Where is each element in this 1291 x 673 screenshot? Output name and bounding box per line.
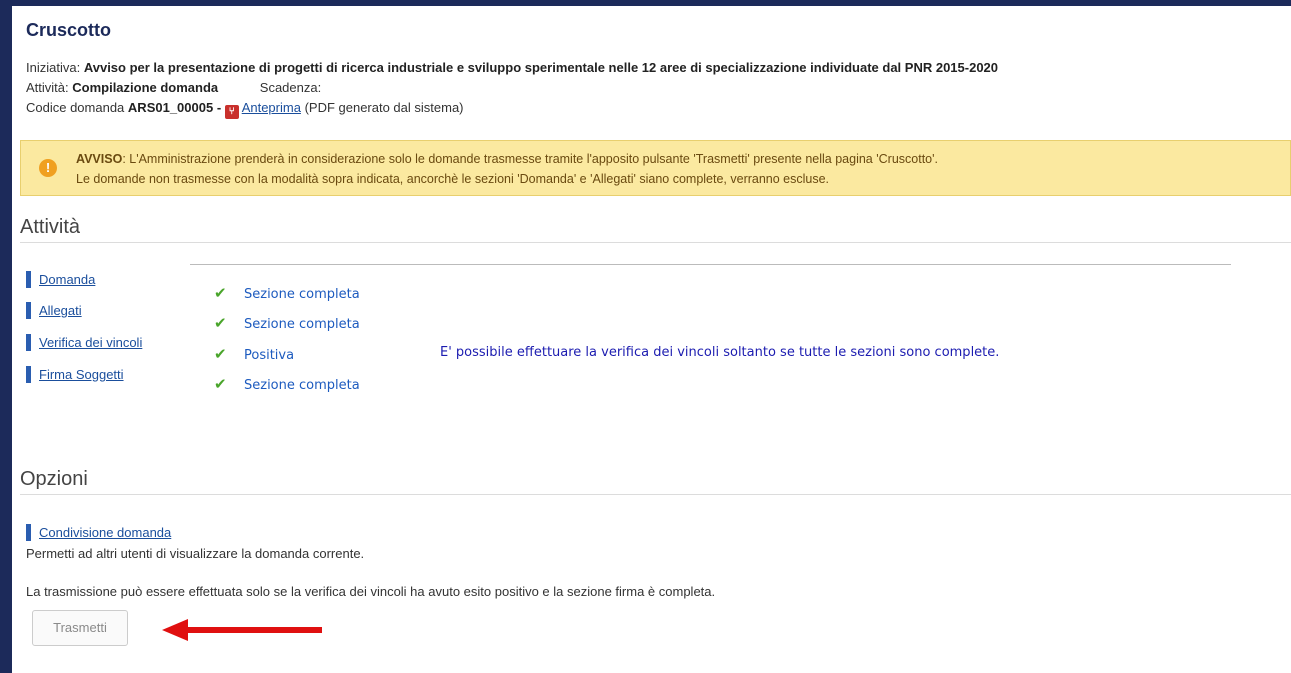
status-divider <box>190 264 1231 265</box>
warning-icon: ! <box>39 159 57 177</box>
attivita-value: Compilazione domanda <box>72 80 219 95</box>
codice-label: Codice domanda <box>26 100 125 115</box>
nav-item-domanda[interactable]: Domanda <box>26 271 95 288</box>
pdf-icon: ⑂ <box>224 105 239 119</box>
status-allegati: ✔ Sezione completa <box>214 314 360 332</box>
iniziativa-label: Iniziativa: <box>26 60 81 75</box>
page-title: Cruscotto <box>26 20 111 40</box>
opzioni-divider <box>20 494 1291 495</box>
check-icon: ✔ <box>214 314 227 332</box>
condivisione-desc: Permetti ad altri utenti di visualizzare… <box>26 546 365 561</box>
scadenza-label: Scadenza: <box>259 80 322 95</box>
nav-item-firma-soggetti[interactable]: Firma Soggetti <box>26 366 124 383</box>
status-firma-soggetti: ✔ Sezione completa <box>214 375 360 393</box>
anteprima-link[interactable]: Anteprima <box>242 100 301 115</box>
trasmissione-note: La trasmissione può essere effettuata so… <box>26 584 716 599</box>
check-icon: ✔ <box>214 375 227 393</box>
trasmetti-button[interactable]: Trasmetti <box>32 610 128 646</box>
notice-line-2: Le domande non trasmesse con la modalità… <box>76 172 830 186</box>
vincoli-message: E' possibile effettuare la verifica dei … <box>440 345 1000 360</box>
status-verifica-vincoli: ✔ Positiva <box>214 345 294 363</box>
status-text: Sezione completa <box>244 317 360 332</box>
anteprima-note: (PDF generato dal sistema) <box>304 100 464 115</box>
nav-item-verifica-vincoli[interactable]: Verifica dei vincoli <box>26 334 142 351</box>
notice-title: AVVISO <box>76 152 123 166</box>
warning-notice: ! AVVISO: L'Amministrazione prenderà in … <box>20 140 1291 196</box>
attivita-line: Attività: Compilazione domanda Scadenza: <box>26 80 321 95</box>
notice-line1-text: : L'Amministrazione prenderà in consider… <box>122 152 938 166</box>
codice-line: Codice domanda ARS01_00005 - ⑂ Anteprima… <box>26 100 464 119</box>
attivita-heading: Attività <box>20 216 81 238</box>
codice-value: ARS01_00005 - <box>127 100 222 115</box>
check-icon: ✔ <box>214 284 227 302</box>
check-icon: ✔ <box>214 345 227 363</box>
status-text: Positiva <box>244 348 295 363</box>
attivita-label: Attività: <box>26 80 69 95</box>
attivita-divider <box>20 242 1291 243</box>
red-arrow-icon <box>162 619 322 641</box>
status-text: Sezione completa <box>244 378 360 393</box>
iniziativa-value: Avviso per la presentazione di progetti … <box>83 60 999 75</box>
opzioni-heading: Opzioni <box>20 468 88 490</box>
status-domanda: ✔ Sezione completa <box>214 284 360 302</box>
notice-line-1: AVVISO: L'Amministrazione prenderà in co… <box>76 149 938 169</box>
notice-text: AVVISO: L'Amministrazione prenderà in co… <box>76 149 938 189</box>
iniziativa-line: Iniziativa: Avviso per la presentazione … <box>26 60 998 75</box>
status-text: Sezione completa <box>244 287 360 302</box>
nav-item-allegati[interactable]: Allegati <box>26 302 82 319</box>
condivisione-link[interactable]: Condivisione domanda <box>26 524 171 541</box>
